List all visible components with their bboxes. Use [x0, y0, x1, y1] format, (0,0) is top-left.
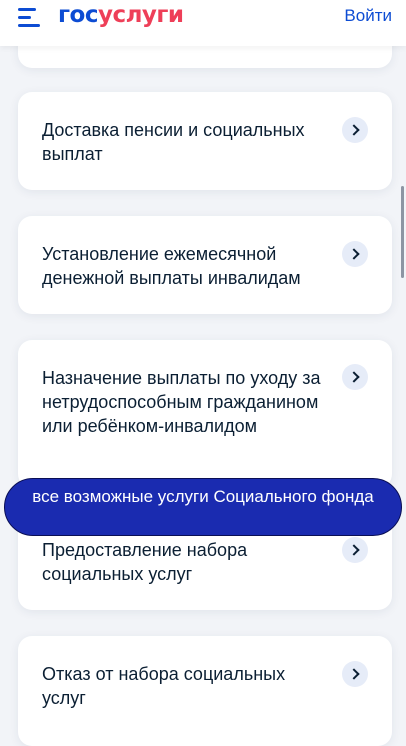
service-card[interactable]: Отказ от набора социальных услуг	[18, 636, 392, 746]
gosuslugi-logo[interactable]: госуслуги	[58, 1, 184, 29]
service-title: Установление ежемесячной денежной выплат…	[42, 244, 301, 288]
service-title: Отказ от набора социальных услуг	[42, 664, 286, 708]
menu-icon[interactable]	[18, 6, 42, 28]
service-card[interactable]: Установление ежемесячной денежной выплат…	[18, 216, 392, 314]
top-header: госуслуги Войти	[0, 0, 406, 46]
service-title: Доставка пенсии и социальных выплат	[42, 120, 305, 164]
scrollbar[interactable]	[401, 186, 404, 278]
chevron-right-icon[interactable]	[342, 117, 368, 143]
chevron-right-icon[interactable]	[342, 661, 368, 687]
logo-part-uslugi: услуги	[97, 2, 184, 28]
chevron-right-icon[interactable]	[342, 364, 368, 390]
logo-part-gos: гос	[58, 2, 98, 28]
service-card[interactable]: Доставка пенсии и социальных выплат	[18, 92, 392, 190]
login-link[interactable]: Войти	[344, 5, 392, 27]
video-caption: все возможные услуги Социального фонда	[4, 478, 402, 536]
chevron-right-icon[interactable]	[342, 537, 368, 563]
service-title: Предоставление набора социальных услуг	[42, 540, 248, 584]
service-title: Назначение выплаты по уходу за нетрудосп…	[42, 368, 321, 436]
service-card[interactable]: Назначение выплаты по уходу за нетрудосп…	[18, 340, 392, 488]
caption-text: все возможные услуги Социального фонда	[32, 487, 374, 506]
chevron-right-icon[interactable]	[342, 241, 368, 267]
